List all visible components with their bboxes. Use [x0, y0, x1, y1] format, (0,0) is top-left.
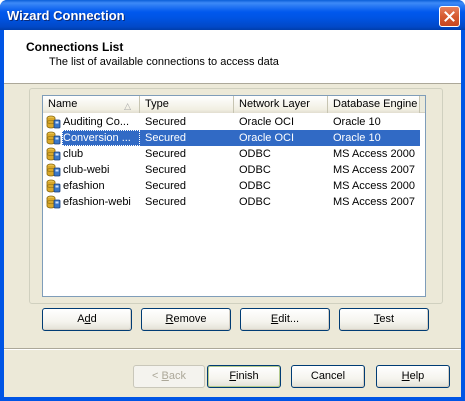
wizard-header: Connections List The list of available c…: [4, 30, 461, 84]
cell-type: Secured: [145, 164, 186, 176]
database-connection-icon: [45, 178, 61, 194]
window-title: Wizard Connection: [7, 8, 125, 23]
database-connection-icon: [45, 146, 61, 162]
cell-name: efashion-webi: [63, 196, 131, 208]
wizard-connection-window: Wizard Connection Connections List The l…: [0, 0, 465, 401]
cell-network-layer: Oracle OCI: [234, 130, 328, 146]
column-header-label: Database Engine: [333, 98, 418, 110]
add-label-post: d: [90, 313, 97, 325]
cell-network-layer: ODBC: [239, 196, 271, 208]
table-row[interactable]: efashion Secured ODBC MS Access 2000: [43, 178, 425, 194]
cell-type: Secured: [140, 130, 234, 146]
sort-ascending-icon: △: [124, 101, 131, 111]
close-icon: [444, 11, 455, 22]
cell-name: Conversion ...: [62, 130, 140, 146]
column-header-network-layer[interactable]: Network Layer: [234, 96, 328, 113]
cell-database-engine: MS Access 2000: [333, 180, 415, 192]
remove-label-post: emove: [173, 313, 207, 325]
cell-name: club: [63, 148, 84, 160]
cell-network-layer: ODBC: [239, 180, 271, 192]
cell-network-layer: ODBC: [239, 148, 271, 160]
cancel-button[interactable]: Cancel: [291, 365, 365, 388]
page-subtitle: The list of available connections to acc…: [49, 56, 279, 68]
edit-label-post: dit...: [278, 313, 300, 325]
cell-name: club-webi: [63, 164, 110, 176]
table-row[interactable]: club Secured ODBC MS Access 2000: [43, 146, 425, 162]
title-bar[interactable]: Wizard Connection: [0, 0, 465, 30]
database-connection-icon: [45, 114, 61, 130]
cell-database-engine: MS Access 2007: [333, 164, 415, 176]
back-label-pre: <: [152, 370, 162, 382]
cell-type: Secured: [145, 148, 186, 160]
column-header-database-engine[interactable]: Database Engine: [328, 96, 420, 113]
list-header: Name △ Type Network Layer Database Engin…: [43, 96, 425, 113]
cancel-label: Cancel: [310, 370, 346, 382]
cell-name: efashion: [63, 180, 105, 192]
table-row[interactable]: Auditing Co... Secured Oracle OCI Oracle 10: [43, 114, 425, 130]
back-label-mnemonic: B: [161, 370, 169, 382]
back-label-post: ack: [168, 370, 186, 382]
help-label-post: elp: [409, 370, 425, 382]
cell-network-layer: Oracle OCI: [239, 116, 295, 128]
table-row[interactable]: club-webi Secured ODBC MS Access 2007: [43, 162, 425, 178]
cell-type: Secured: [145, 180, 186, 192]
help-button[interactable]: Help: [376, 365, 450, 388]
back-button[interactable]: < Back: [133, 365, 205, 388]
database-connection-icon: [45, 130, 61, 146]
cell-database-engine: MS Access 2007: [333, 196, 415, 208]
table-row[interactable]: efashion-webi Secured ODBC MS Access 2007: [43, 194, 425, 210]
cell-type: Secured: [145, 116, 186, 128]
test-button[interactable]: Test: [339, 308, 429, 331]
cell-network-layer: ODBC: [239, 164, 271, 176]
finish-label-post: inish: [236, 370, 259, 382]
cell-database-engine: Oracle 10: [328, 130, 420, 146]
cell-name: Auditing Co...: [63, 116, 130, 128]
column-header-type[interactable]: Type: [140, 96, 234, 113]
column-header-name[interactable]: Name △: [43, 96, 140, 113]
footer-separator: [4, 348, 461, 350]
remove-button[interactable]: Remove: [141, 308, 231, 331]
help-label-mnemonic: H: [401, 370, 410, 382]
close-button[interactable]: [439, 6, 460, 27]
add-label-pre: A: [77, 313, 85, 325]
page-title: Connections List: [26, 40, 124, 54]
cell-database-engine: Oracle 10: [333, 116, 381, 128]
test-label-post: est: [379, 313, 395, 325]
column-header-label: Name: [48, 98, 78, 110]
cell-database-engine: MS Access 2000: [333, 148, 415, 160]
connections-list[interactable]: Name △ Type Network Layer Database Engin…: [42, 95, 426, 297]
add-button[interactable]: Add: [42, 308, 132, 331]
finish-button[interactable]: Finish: [207, 365, 281, 388]
database-connection-icon: [45, 162, 61, 178]
table-row[interactable]: Conversion ... Secured Oracle OCI Oracle 10: [43, 130, 425, 146]
edit-button[interactable]: Edit...: [240, 308, 330, 331]
dialog-client-area: Connections List The list of available c…: [4, 30, 461, 397]
database-connection-icon: [45, 194, 61, 210]
column-header-label: Network Layer: [239, 98, 310, 110]
column-header-label: Type: [145, 98, 169, 110]
cell-type: Secured: [145, 196, 186, 208]
